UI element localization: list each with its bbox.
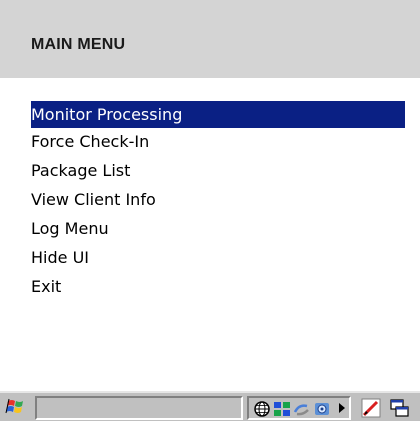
start-button[interactable] bbox=[3, 396, 31, 420]
taskbar-window-slot[interactable] bbox=[35, 396, 243, 420]
main-menu-list: Monitor Processing Force Check-In Packag… bbox=[31, 100, 411, 303]
network-globe-icon[interactable] bbox=[253, 400, 271, 418]
menu-item-log-menu[interactable]: Log Menu bbox=[31, 216, 411, 245]
header-bar: MAIN MENU bbox=[0, 0, 420, 78]
menu-item-exit[interactable]: Exit bbox=[31, 274, 411, 303]
app-window: MAIN MENU Monitor Processing Force Check… bbox=[0, 0, 420, 421]
menu-item-hide-ui[interactable]: Hide UI bbox=[31, 245, 411, 274]
page-title: MAIN MENU bbox=[31, 36, 126, 53]
pen-input-icon[interactable] bbox=[361, 398, 381, 418]
windows-flag-icon bbox=[5, 398, 23, 414]
taskbar bbox=[0, 391, 420, 421]
menu-item-package-list[interactable]: Package List bbox=[31, 158, 411, 187]
menu-item-monitor-processing[interactable]: Monitor Processing bbox=[31, 101, 405, 128]
menu-item-force-check-in[interactable]: Force Check-In bbox=[31, 129, 411, 158]
gear-app-icon[interactable] bbox=[313, 400, 331, 418]
windows-switch-icon[interactable] bbox=[390, 398, 410, 418]
menu-item-view-client-info[interactable]: View Client Info bbox=[31, 187, 411, 216]
tray-expand-arrow-icon[interactable] bbox=[339, 403, 345, 413]
connection-icon[interactable] bbox=[273, 400, 291, 418]
system-tray bbox=[247, 396, 351, 420]
sync-icon[interactable] bbox=[293, 400, 311, 418]
